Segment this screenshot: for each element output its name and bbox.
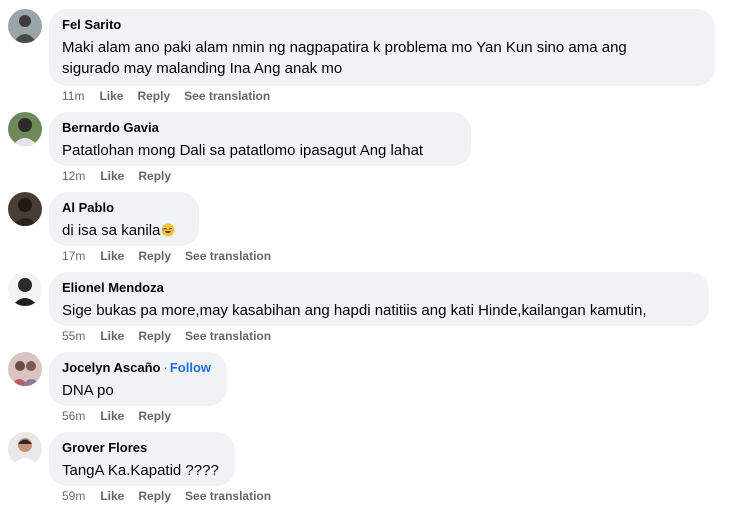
like-button[interactable]: Like <box>100 489 124 503</box>
like-button[interactable]: Like <box>100 169 124 183</box>
like-button[interactable]: Like <box>100 249 124 263</box>
comment-text: TangA Ka.Kapatid ???? <box>62 462 219 479</box>
comment-author[interactable]: Grover Flores <box>62 440 221 456</box>
comment-actions: 12m Like Reply <box>62 169 185 183</box>
user-photo-icon <box>8 192 42 226</box>
reply-button[interactable]: Reply <box>138 329 171 343</box>
see-translation-button[interactable]: See translation <box>185 329 271 343</box>
comment-bubble: Al Pablo di isa sa kanila <box>49 192 199 246</box>
comment-author[interactable]: Jocelyn Ascaño <box>62 360 161 375</box>
follow-button[interactable]: Follow <box>170 360 211 375</box>
comment-author[interactable]: Bernardo Gavia <box>62 120 457 136</box>
comment-bubble: Fel Sarito Maki alam ano paki alam nmin … <box>49 9 715 86</box>
avatar[interactable] <box>8 272 42 306</box>
user-photo-icon <box>8 352 42 386</box>
comment-timestamp[interactable]: 56m <box>62 409 85 423</box>
user-photo-icon <box>8 272 42 306</box>
user-photo-icon <box>8 432 42 466</box>
avatar[interactable] <box>8 9 42 43</box>
comment-text: Maki alam ano paki alam nmin ng nagpapat… <box>62 39 627 77</box>
see-translation-button[interactable]: See translation <box>185 489 271 503</box>
comment-actions: 17m Like Reply See translation <box>62 249 285 263</box>
reply-button[interactable]: Reply <box>138 169 171 183</box>
comment-bubble: Jocelyn Ascaño · Follow DNA po <box>49 352 227 406</box>
like-button[interactable]: Like <box>100 409 124 423</box>
comment-timestamp[interactable]: 55m <box>62 329 85 343</box>
avatar[interactable] <box>8 432 42 466</box>
comment-text-body: di isa sa kanila <box>62 222 161 239</box>
comment-text: Sige bukas pa more,may kasabihan ang hap… <box>62 302 647 319</box>
like-button[interactable]: Like <box>100 329 124 343</box>
see-translation-button[interactable]: See translation <box>185 249 271 263</box>
comment-text: Patatlohan mong Dali sa patatlomo ipasag… <box>62 142 424 159</box>
avatar[interactable] <box>8 352 42 386</box>
comment-timestamp[interactable]: 12m <box>62 169 85 183</box>
separator-dot: · <box>163 360 168 375</box>
user-photo-icon <box>8 9 42 43</box>
see-translation-button[interactable]: See translation <box>184 89 270 103</box>
reply-button[interactable]: Reply <box>138 489 171 503</box>
comment-actions: 56m Like Reply <box>62 409 185 423</box>
comment-actions: 59m Like Reply See translation <box>62 489 285 503</box>
comment-actions: 55m Like Reply See translation <box>62 329 285 343</box>
comment-timestamp[interactable]: 11m <box>62 89 84 103</box>
comment-author[interactable]: Al Pablo <box>62 200 185 216</box>
reply-button[interactable]: Reply <box>138 249 171 263</box>
comment-text: di isa sa kanila <box>62 220 185 241</box>
comment-author[interactable]: Elionel Mendoza <box>62 280 695 296</box>
comment-author[interactable]: Fel Sarito <box>62 17 701 33</box>
user-photo-icon <box>8 112 42 146</box>
comment-timestamp[interactable]: 17m <box>62 249 85 263</box>
comment-bubble: Grover Flores TangA Ka.Kapatid ???? <box>49 432 235 486</box>
reply-button[interactable]: Reply <box>137 89 170 103</box>
comment-actions: 11m Like Reply See translation <box>62 89 284 103</box>
comment-timestamp[interactable]: 59m <box>62 489 85 503</box>
avatar[interactable] <box>8 112 42 146</box>
like-button[interactable]: Like <box>99 89 123 103</box>
avatar[interactable] <box>8 192 42 226</box>
comment-text: DNA po <box>62 382 114 399</box>
comment-bubble: Elionel Mendoza Sige bukas pa more,may k… <box>49 272 709 326</box>
comment-bubble: Bernardo Gavia Patatlohan mong Dali sa p… <box>49 112 471 166</box>
reply-button[interactable]: Reply <box>138 409 171 423</box>
laughing-face-icon <box>161 223 175 237</box>
